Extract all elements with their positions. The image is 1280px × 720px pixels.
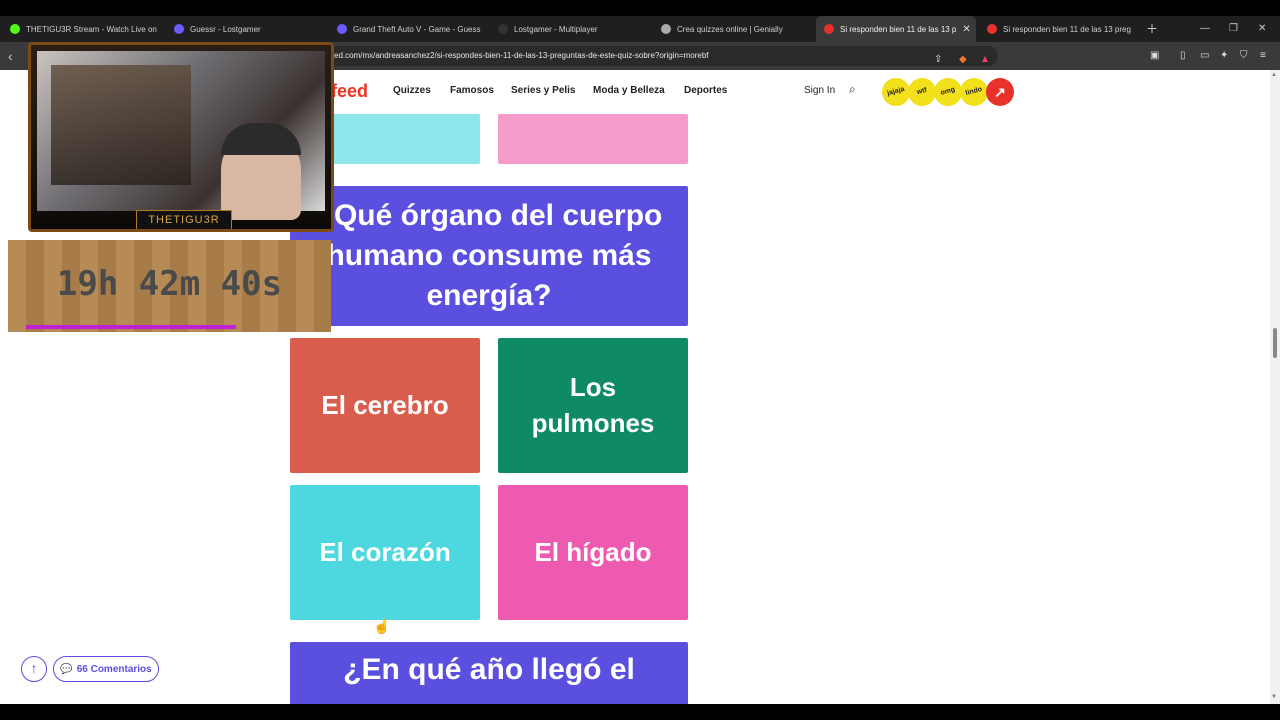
tab-favicon-icon [661, 24, 671, 34]
brave-shield-icon[interactable]: ◆ [959, 50, 967, 70]
trending-icon[interactable]: ↗ [986, 78, 1014, 106]
scroll-thumb[interactable] [1273, 328, 1277, 358]
scroll-up-icon[interactable]: ▲ [1271, 72, 1277, 78]
browser-tab[interactable]: Crea quizzes online | Genially [653, 16, 813, 42]
browser-tab[interactable]: Lostgamer - Multiplayer [490, 16, 650, 42]
wallet-icon[interactable]: ▭ [1200, 46, 1209, 66]
close-window-icon[interactable]: ✕ [1258, 16, 1266, 42]
scroll-top-button[interactable]: ↑ [21, 656, 47, 682]
nav-link-moda[interactable]: Moda y Belleza [593, 85, 665, 96]
timer-text: 19h 42m 40s [56, 264, 283, 304]
browser-tab[interactable]: Guessr - Lostgamer [166, 16, 326, 42]
answer-option[interactable]: El hígado [498, 485, 688, 620]
tab-strip: ＋ — ❐ ✕ THETIGU3R Stream - Watch Live on… [0, 16, 1280, 42]
nav-link-series[interactable]: Series y Pelis [511, 85, 576, 96]
tab-title: THETIGU3R Stream - Watch Live on [26, 24, 157, 34]
tab-favicon-icon [174, 24, 184, 34]
tab-title: Grand Theft Auto V - Game - Guess [353, 24, 481, 34]
bottom-black-bar [0, 704, 1280, 720]
webcam-overlay: THETIGU3R [28, 42, 334, 232]
prev-answer-tile[interactable] [498, 114, 688, 164]
comments-label: 66 Comentarios [76, 663, 152, 675]
vpn-icon[interactable]: ⛉ [1240, 46, 1248, 66]
site-logo[interactable]: feed [331, 81, 368, 102]
scroll-down-icon[interactable]: ▼ [1271, 694, 1277, 700]
timer-progress-bar [26, 325, 236, 329]
webcam-background-shelf [51, 65, 191, 185]
browser-tab[interactable]: Grand Theft Auto V - Game - Guess [329, 16, 487, 42]
share-icon[interactable]: ⇪ [934, 50, 942, 70]
hand-cursor-icon: ☝ [373, 618, 391, 634]
tab-title: Crea quizzes online | Genially [677, 24, 783, 34]
comments-button[interactable]: 💬 66 Comentarios [53, 656, 159, 682]
tab-favicon-icon [987, 24, 997, 34]
answer-option[interactable]: El corazón [290, 485, 480, 620]
tab-title: Lostgamer - Multiplayer [514, 24, 598, 34]
rewards-icon[interactable]: ▲ [980, 50, 990, 70]
comment-icon: 💬 [60, 663, 73, 675]
streamer-name: THETIGU3R [136, 210, 232, 229]
tab-favicon-icon [10, 24, 20, 34]
tab-favicon-icon [498, 24, 508, 34]
tab-favicon-icon [337, 24, 347, 34]
answer-option[interactable]: El cerebro [290, 338, 480, 473]
ai-icon[interactable]: ✦ [1220, 46, 1228, 66]
sidebar-icon[interactable]: ▣ [1150, 46, 1159, 66]
reader-icon[interactable]: ▯ [1180, 46, 1186, 66]
restore-icon[interactable]: ❐ [1229, 16, 1238, 42]
sign-in-link[interactable]: Sign In [804, 85, 835, 96]
tab-title: Si responden bien 11 de las 13 p [840, 24, 957, 34]
nav-link-famosos[interactable]: Famosos [450, 85, 494, 96]
next-question-heading: ¿En qué año llegó el [290, 642, 688, 704]
question-heading: ¿Qué órgano del cuerpo humano consume má… [290, 186, 688, 326]
tab-title: Guessr - Lostgamer [190, 24, 261, 34]
subathon-timer: 19h 42m 40s [8, 240, 331, 332]
tab-favicon-icon [824, 24, 834, 34]
browser-tab[interactable]: Si responden bien 11 de las 13 p ✕ [816, 16, 976, 42]
new-tab-button[interactable]: ＋ [1146, 16, 1158, 42]
close-tab-icon[interactable]: ✕ [962, 24, 970, 35]
browser-tab[interactable]: Si responden bien 11 de las 13 preg [979, 16, 1143, 42]
nav-link-quizzes[interactable]: Quizzes [393, 85, 431, 96]
nav-link-deportes[interactable]: Deportes [684, 85, 727, 96]
back-arrow-icon[interactable]: ‹ [8, 42, 13, 70]
minimize-icon[interactable]: — [1200, 16, 1210, 42]
url-text: ed.com/mx/andreasanchez2/si-respondes-bi… [334, 51, 709, 60]
browser-tab[interactable]: THETIGU3R Stream - Watch Live on [2, 16, 160, 42]
answer-option[interactable]: Los pulmones [498, 338, 688, 473]
tab-title: Si responden bien 11 de las 13 preg [1003, 24, 1131, 34]
top-black-bar [0, 0, 1280, 16]
menu-icon[interactable]: ≡ [1260, 46, 1266, 66]
search-icon[interactable]: ⌕ [849, 82, 856, 97]
page-scrollbar[interactable]: ▲ ▼ [1270, 70, 1280, 704]
